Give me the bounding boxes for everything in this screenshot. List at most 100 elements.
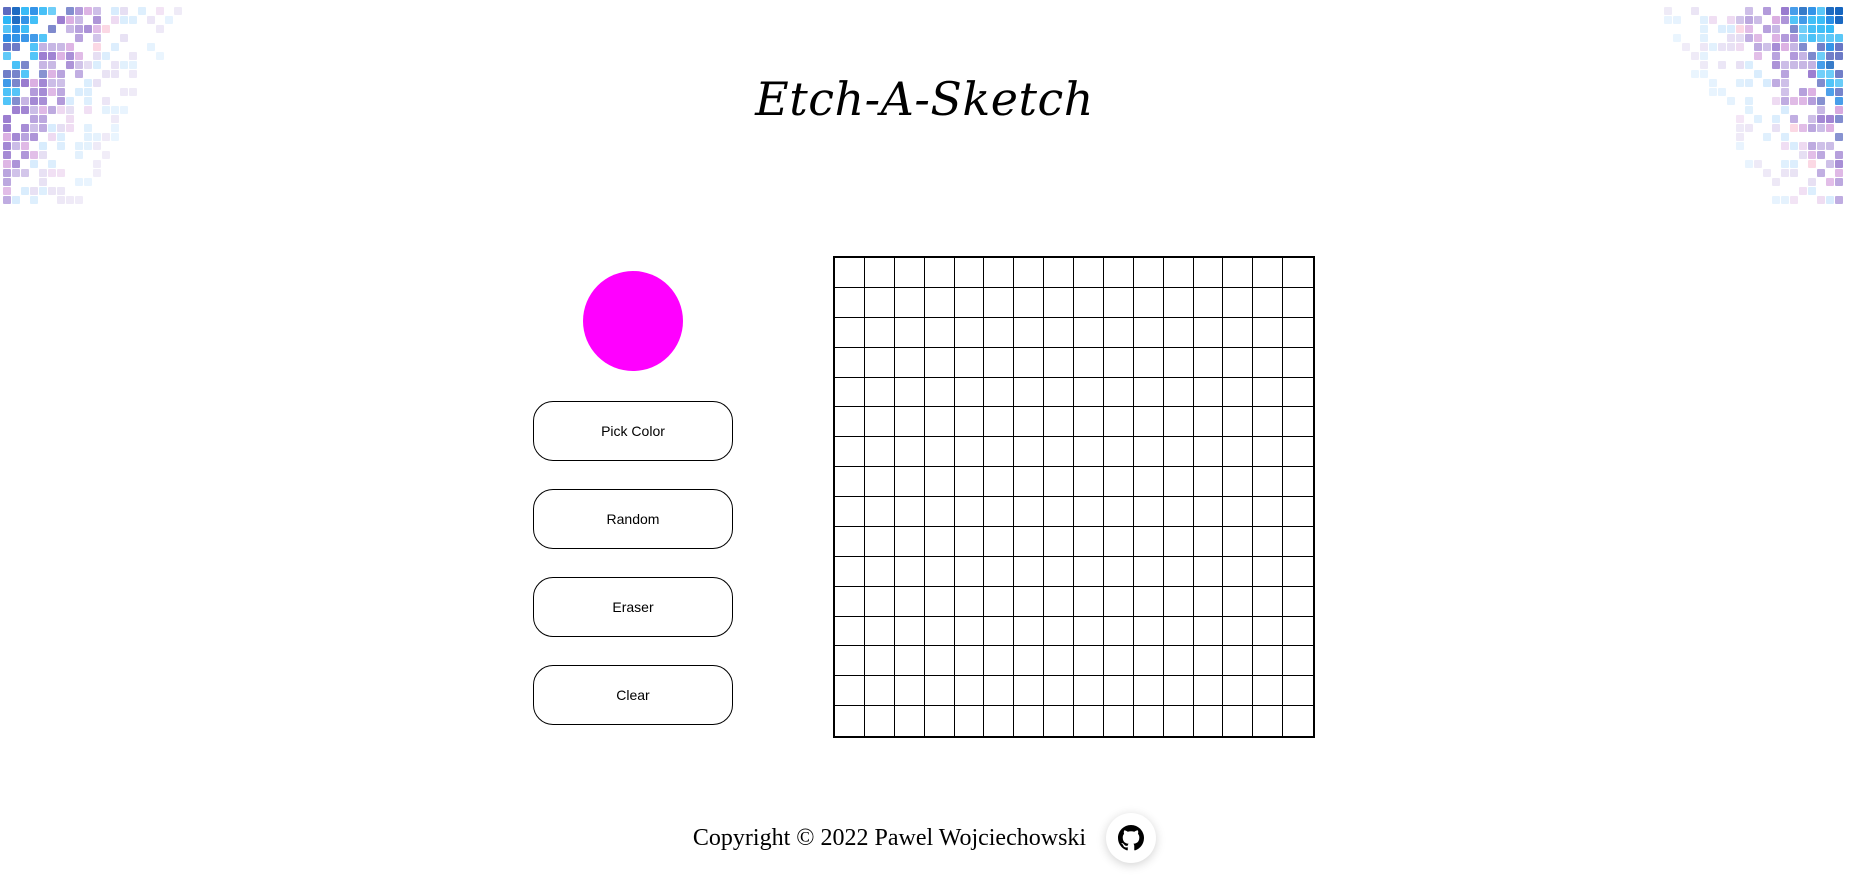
grid-cell[interactable] [1133, 646, 1164, 677]
grid-cell[interactable] [954, 586, 985, 617]
grid-cell[interactable] [924, 556, 955, 587]
grid-cell[interactable] [894, 437, 925, 468]
grid-cell[interactable] [1223, 616, 1254, 647]
grid-cell[interactable] [924, 497, 955, 527]
grid-cell[interactable] [954, 497, 985, 527]
grid-cell[interactable] [894, 556, 925, 587]
grid-cell[interactable] [924, 347, 955, 378]
grid-cell[interactable] [1163, 646, 1194, 677]
grid-cell[interactable] [835, 377, 865, 408]
grid-cell[interactable] [1044, 317, 1074, 348]
grid-cell[interactable] [924, 467, 955, 497]
grid-cell[interactable] [1193, 676, 1224, 707]
grid-cell[interactable] [984, 616, 1015, 647]
grid-cell[interactable] [1074, 616, 1104, 647]
grid-cell[interactable] [1103, 407, 1134, 438]
grid-cell[interactable] [1193, 377, 1224, 408]
grid-cell[interactable] [954, 616, 985, 647]
grid-cell[interactable] [835, 586, 865, 617]
grid-cell[interactable] [954, 407, 985, 438]
grid-cell[interactable] [1223, 317, 1254, 348]
grid-cell[interactable] [1103, 497, 1134, 527]
grid-cell[interactable] [954, 377, 985, 408]
github-link[interactable] [1106, 813, 1157, 863]
grid-cell[interactable] [835, 287, 865, 318]
grid-cell[interactable] [1014, 347, 1045, 378]
grid-cell[interactable] [1103, 437, 1134, 468]
grid-cell[interactable] [1283, 377, 1313, 408]
grid-cell[interactable] [1163, 287, 1194, 318]
grid-cell[interactable] [1193, 526, 1224, 557]
grid-cell[interactable] [984, 287, 1015, 318]
grid-cell[interactable] [1163, 616, 1194, 647]
grid-cell[interactable] [1193, 407, 1224, 438]
grid-cell[interactable] [864, 646, 895, 677]
grid-cell[interactable] [1133, 556, 1164, 587]
grid-cell[interactable] [894, 706, 925, 736]
grid-cell[interactable] [864, 317, 895, 348]
grid-cell[interactable] [1163, 437, 1194, 468]
grid-cell[interactable] [984, 706, 1015, 736]
grid-cell[interactable] [1283, 287, 1313, 318]
random-button[interactable]: Random [533, 489, 733, 549]
grid-cell[interactable] [1133, 616, 1164, 647]
grid-cell[interactable] [864, 258, 895, 288]
grid-cell[interactable] [835, 317, 865, 348]
grid-cell[interactable] [1014, 437, 1045, 468]
pick-color-button[interactable]: Pick Color [533, 401, 733, 461]
grid-cell[interactable] [1193, 646, 1224, 677]
grid-cell[interactable] [1014, 407, 1045, 438]
grid-cell[interactable] [1103, 706, 1134, 736]
grid-cell[interactable] [1193, 347, 1224, 378]
grid-cell[interactable] [1014, 676, 1045, 707]
grid-cell[interactable] [894, 676, 925, 707]
grid-cell[interactable] [1074, 407, 1104, 438]
grid-cell[interactable] [835, 646, 865, 677]
grid-cell[interactable] [1074, 287, 1104, 318]
grid-cell[interactable] [1014, 377, 1045, 408]
grid-cell[interactable] [984, 676, 1015, 707]
grid-cell[interactable] [1133, 287, 1164, 318]
grid-cell[interactable] [894, 407, 925, 438]
grid-cell[interactable] [1044, 586, 1074, 617]
grid-cell[interactable] [1223, 676, 1254, 707]
grid-cell[interactable] [1253, 317, 1284, 348]
grid-cell[interactable] [1103, 676, 1134, 707]
grid-cell[interactable] [1253, 586, 1284, 617]
grid-cell[interactable] [1223, 646, 1254, 677]
grid-cell[interactable] [894, 287, 925, 318]
grid-cell[interactable] [1223, 377, 1254, 408]
grid-cell[interactable] [954, 437, 985, 468]
grid-cell[interactable] [1223, 467, 1254, 497]
grid-cell[interactable] [1283, 258, 1313, 288]
grid-cell[interactable] [1283, 437, 1313, 468]
grid-cell[interactable] [1253, 497, 1284, 527]
grid-cell[interactable] [924, 586, 955, 617]
grid-cell[interactable] [984, 317, 1015, 348]
grid-cell[interactable] [1253, 676, 1284, 707]
grid-cell[interactable] [1133, 676, 1164, 707]
grid-cell[interactable] [1074, 497, 1104, 527]
grid-cell[interactable] [1163, 526, 1194, 557]
grid-cell[interactable] [1163, 497, 1194, 527]
grid-cell[interactable] [894, 317, 925, 348]
grid-cell[interactable] [1014, 258, 1045, 288]
grid-cell[interactable] [835, 497, 865, 527]
grid-cell[interactable] [1163, 258, 1194, 288]
grid-cell[interactable] [1223, 556, 1254, 587]
grid-cell[interactable] [1193, 586, 1224, 617]
grid-cell[interactable] [984, 258, 1015, 288]
grid-cell[interactable] [1193, 616, 1224, 647]
grid-cell[interactable] [1283, 467, 1313, 497]
grid-cell[interactable] [1223, 526, 1254, 557]
grid-cell[interactable] [1074, 258, 1104, 288]
grid-cell[interactable] [1223, 258, 1254, 288]
grid-cell[interactable] [864, 676, 895, 707]
grid-cell[interactable] [984, 586, 1015, 617]
grid-cell[interactable] [1044, 556, 1074, 587]
grid-cell[interactable] [1103, 467, 1134, 497]
grid-cell[interactable] [984, 377, 1015, 408]
grid-cell[interactable] [924, 258, 955, 288]
grid-cell[interactable] [1283, 706, 1313, 736]
grid-cell[interactable] [1014, 317, 1045, 348]
